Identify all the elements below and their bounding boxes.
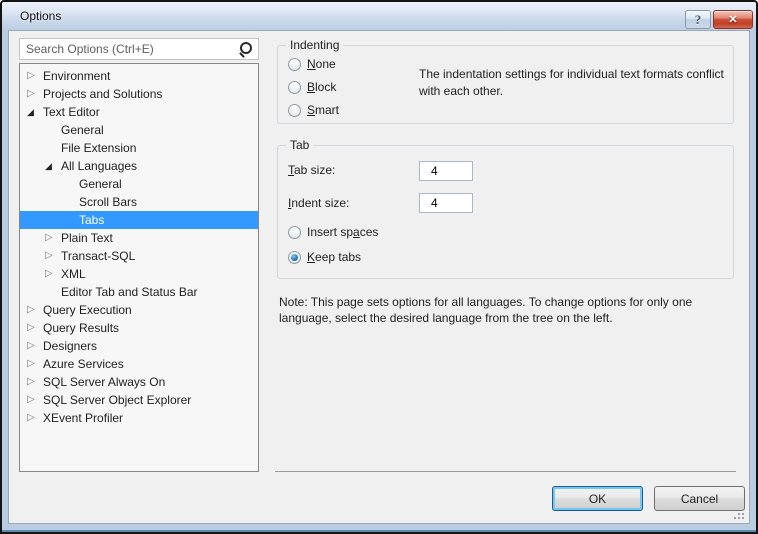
- tree-item-label: Tabs: [79, 213, 105, 227]
- indent-size-input[interactable]: [419, 193, 473, 213]
- expand-arrow-icon[interactable]: ◢: [27, 103, 43, 121]
- radio-smart-label: Smart: [307, 103, 340, 117]
- expand-arrow-icon[interactable]: ▷: [45, 265, 61, 283]
- tree-item-label: Projects and Solutions: [43, 87, 163, 101]
- search-box[interactable]: [19, 38, 259, 60]
- close-button[interactable]: ✕: [713, 10, 753, 29]
- tree-item-label: Scroll Bars: [79, 195, 138, 209]
- search-icon[interactable]: [238, 41, 254, 57]
- help-button[interactable]: ?: [685, 10, 711, 29]
- expand-arrow-icon[interactable]: ▷: [27, 301, 43, 319]
- tree-item-label: Azure Services: [43, 357, 124, 371]
- tree-item-label: Plain Text: [61, 231, 113, 245]
- indent-size-label: Indent size:: [288, 196, 350, 210]
- radio-insert-spaces-label: Insert spaces: [307, 225, 379, 239]
- tree-item[interactable]: ▷ SQL Server Object Explorer: [20, 391, 258, 409]
- expand-arrow-icon[interactable]: ▷: [27, 67, 43, 85]
- radio-insert-spaces-icon[interactable]: [288, 225, 301, 239]
- expand-arrow-icon[interactable]: ▷: [45, 247, 61, 265]
- footer-separator: [275, 471, 736, 472]
- tree-item-label: Environment: [43, 69, 111, 83]
- tree-item-label: File Extension: [61, 141, 137, 155]
- tree-item[interactable]: ▷ Query Execution: [20, 301, 258, 319]
- indenting-group: Indenting None Block Smart The indentati…: [277, 38, 734, 124]
- radio-none-icon[interactable]: [288, 57, 301, 71]
- options-dialog: Options ? ✕ ▷Environment▷Projects and So…: [0, 0, 758, 534]
- expand-arrow-icon[interactable]: ▷: [27, 337, 43, 355]
- radio-none-label: None: [307, 57, 336, 71]
- indent-conflict-warning: The indentation settings for individual …: [419, 67, 724, 98]
- tree-item[interactable]: ◢ All Languages: [20, 157, 258, 175]
- dialog-client-area: ▷Environment▷Projects and Solutions◢Text…: [8, 30, 750, 524]
- window-title: Options: [20, 9, 62, 23]
- tree-item[interactable]: Scroll Bars: [20, 193, 258, 211]
- all-languages-note: Note: This page sets options for all lan…: [279, 295, 693, 325]
- options-tree[interactable]: ▷ Environment ▷ Projects and Solutions ◢ Text…: [19, 63, 259, 472]
- tree-item-label: SQL Server Always On: [43, 375, 166, 389]
- tree-item[interactable]: File Extension: [20, 139, 258, 157]
- expand-arrow-icon[interactable]: ▷: [27, 355, 43, 373]
- radio-block-label: Block: [307, 80, 337, 94]
- expand-arrow-icon[interactable]: ▷: [27, 85, 43, 103]
- ok-button[interactable]: OK: [552, 486, 643, 511]
- search-input[interactable]: [20, 39, 238, 59]
- tree-item[interactable]: ▷ SQL Server Always On: [20, 373, 258, 391]
- tree-item-label: Query Results: [43, 321, 120, 335]
- tree-item-label: SQL Server Object Explorer: [43, 393, 192, 407]
- tree-item-label: Text Editor: [43, 105, 100, 119]
- tree-item[interactable]: ▷ Transact-SQL: [20, 247, 258, 265]
- expand-arrow-icon[interactable]: ◢: [45, 157, 61, 175]
- tree-item-label: Designers: [43, 339, 98, 353]
- indenting-group-title: Indenting: [286, 38, 344, 53]
- expand-arrow-icon[interactable]: ▷: [27, 319, 43, 337]
- tab-size-label: Tab size:: [288, 163, 336, 177]
- tree-item-label: Query Execution: [43, 303, 132, 317]
- tree-item-label: XML: [61, 267, 86, 281]
- tree-item-label: Transact-SQL: [61, 249, 136, 263]
- tree-item[interactable]: ▷ Azure Services: [20, 355, 258, 373]
- tree-item[interactable]: ◢ Text Editor: [20, 103, 258, 121]
- resize-grip-icon[interactable]: [733, 507, 746, 520]
- expand-arrow-icon[interactable]: ▷: [27, 373, 43, 391]
- tab-size-input[interactable]: [419, 161, 473, 181]
- close-icon: ✕: [728, 14, 738, 26]
- tree-item[interactable]: Tabs: [20, 211, 258, 229]
- radio-none[interactable]: None: [288, 57, 336, 71]
- tree-item-label: All Languages: [61, 159, 138, 173]
- tree-item[interactable]: ▷ Environment: [20, 67, 258, 85]
- tree-item[interactable]: ▷ Plain Text: [20, 229, 258, 247]
- tree-item-label: General: [61, 123, 104, 137]
- tree-item[interactable]: ▷ Projects and Solutions: [20, 85, 258, 103]
- tree-item[interactable]: General: [20, 175, 258, 193]
- tree-item[interactable]: ▷ Query Results: [20, 319, 258, 337]
- radio-keep-tabs[interactable]: Keep tabs: [288, 250, 361, 264]
- help-icon: ?: [694, 11, 702, 27]
- tree-item[interactable]: General: [20, 121, 258, 139]
- radio-block[interactable]: Block: [288, 80, 336, 94]
- tree-item-label: General: [79, 177, 122, 191]
- tab-group: Tab Tab size: Indent size: Insert spaces…: [277, 138, 734, 279]
- radio-smart-icon[interactable]: [288, 103, 301, 117]
- cancel-button[interactable]: Cancel: [654, 486, 745, 511]
- expand-arrow-icon[interactable]: ▷: [27, 391, 43, 409]
- tree-item-label: Editor Tab and Status Bar: [61, 285, 198, 299]
- radio-keep-tabs-icon[interactable]: [288, 250, 301, 264]
- radio-block-icon[interactable]: [288, 80, 301, 94]
- radio-keep-tabs-label: Keep tabs: [307, 250, 362, 264]
- tree-item[interactable]: Editor Tab and Status Bar: [20, 283, 258, 301]
- expand-arrow-icon[interactable]: ▷: [45, 229, 61, 247]
- radio-insert-spaces[interactable]: Insert spaces: [288, 225, 378, 239]
- tree-item[interactable]: ▷ Designers: [20, 337, 258, 355]
- radio-smart[interactable]: Smart: [288, 103, 339, 117]
- tree-item[interactable]: ▷ XML: [20, 265, 258, 283]
- tree-item-label: XEvent Profiler: [43, 411, 124, 425]
- tab-group-title: Tab: [286, 138, 314, 153]
- expand-arrow-icon[interactable]: ▷: [27, 409, 43, 427]
- tree-item[interactable]: ▷ XEvent Profiler: [20, 409, 258, 427]
- title-bar[interactable]: Options ? ✕: [2, 2, 756, 30]
